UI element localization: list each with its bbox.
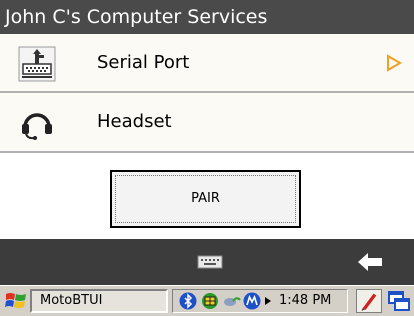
back-arrow-icon[interactable] [357, 251, 383, 273]
pair-button[interactable]: PAIR [110, 170, 301, 228]
tray-expand-icon[interactable] [264, 296, 272, 306]
window-title: John C's Computer Services [0, 0, 414, 34]
soft-key-bar [0, 239, 414, 285]
serial-port-icon [18, 46, 56, 82]
network-icon[interactable] [201, 292, 219, 310]
device-list: Serial Port Headset [0, 34, 414, 153]
task-button-motobtui[interactable]: MotoBTUI [30, 289, 168, 313]
list-item-serial-port[interactable]: Serial Port [0, 34, 414, 93]
motorola-icon[interactable] [243, 292, 261, 310]
windows-start-icon[interactable] [4, 290, 28, 312]
pen-input-icon[interactable] [356, 289, 382, 313]
list-item-headset[interactable]: Headset [0, 93, 414, 153]
connection-icon[interactable] [223, 292, 241, 310]
keyboard-icon[interactable] [197, 255, 223, 269]
bluetooth-icon[interactable] [179, 292, 197, 310]
headset-icon [22, 113, 52, 140]
taskbar: MotoBTUI 1:48 PM [0, 285, 414, 316]
chevron-right-icon [387, 54, 402, 72]
system-tray: 1:48 PM [172, 289, 348, 313]
list-item-label: Headset [97, 111, 172, 132]
clock[interactable]: 1:48 PM [279, 290, 331, 312]
window-switch-icon[interactable] [386, 289, 412, 313]
list-item-label: Serial Port [97, 52, 190, 73]
